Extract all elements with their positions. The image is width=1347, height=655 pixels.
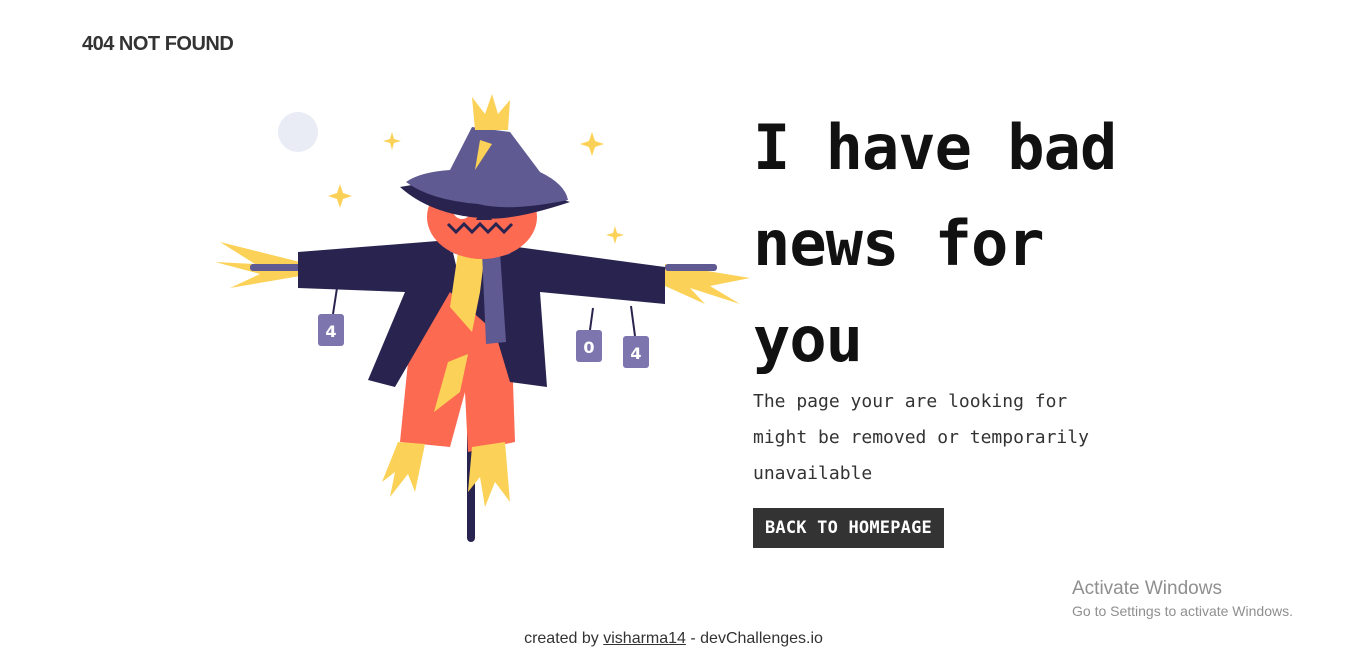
footer: created by visharma14 - devChallenges.io [0, 630, 1347, 648]
author-link[interactable]: visharma14 [603, 630, 686, 647]
can-label: 4 [630, 344, 641, 363]
watermark-title: Activate Windows [1072, 578, 1222, 599]
content-column: I have bad news for you The page your ar… [753, 100, 1173, 548]
error-message: The page your are looking for might be r… [753, 391, 1089, 484]
moon-icon [278, 112, 318, 152]
site-logo[interactable]: 404 NOT FOUND [82, 33, 234, 56]
can-label: 4 [325, 322, 336, 341]
scarecrow-illustration: 4 0 4 [215, 94, 750, 542]
watermark-subtitle: Go to Settings to activate Windows. [1072, 603, 1293, 619]
can-label: 0 [583, 338, 594, 357]
activate-windows-watermark: Activate Windows Go to Settings to activ… [1072, 578, 1293, 619]
back-to-homepage-button[interactable]: BACK TO HOMEPAGE [753, 508, 944, 548]
footer-suffix: - devChallenges.io [685, 630, 823, 647]
page-title: I have bad news for you [753, 111, 1117, 376]
footer-prefix: created by [524, 630, 604, 647]
